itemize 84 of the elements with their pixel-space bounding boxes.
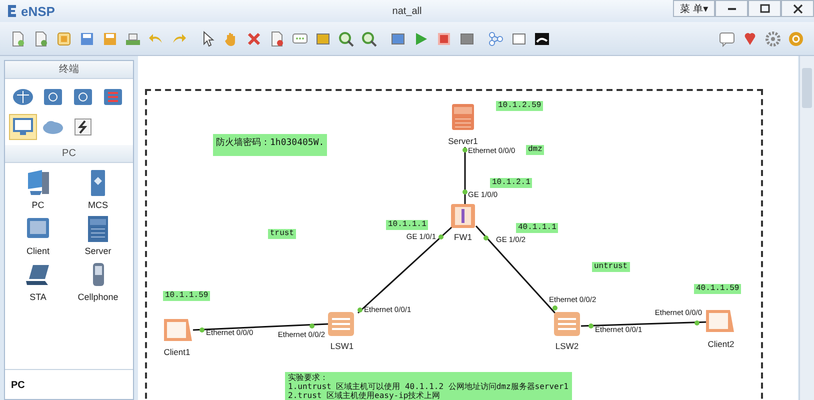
text-note[interactable]: 10.1.1.59 bbox=[163, 291, 210, 301]
device-label: Client2 bbox=[708, 339, 734, 349]
comment-icon bbox=[292, 30, 308, 46]
vertical-scrollbar[interactable] bbox=[799, 56, 814, 400]
clear-icon bbox=[269, 30, 285, 46]
device-label: LSW1 bbox=[330, 341, 354, 351]
section-header: PC bbox=[5, 145, 133, 163]
network-link[interactable] bbox=[580, 321, 708, 327]
stop-icon bbox=[436, 30, 452, 46]
maximize-icon bbox=[760, 4, 770, 14]
text-note[interactable]: 实验要求： 1.untrust 区域主机可以使用 40.1.1.2 公网地址访问dmz服务器server1 2.trust 区域主机使用easy-ip技术上网 bbox=[285, 372, 572, 400]
server-icon bbox=[85, 215, 111, 243]
help-icon bbox=[788, 30, 804, 46]
app-name: eNSP bbox=[21, 4, 55, 18]
text-note[interactable]: 防火墙密码：1h030405W. bbox=[213, 134, 328, 156]
firewall-icon bbox=[102, 87, 124, 107]
device-label: Server1 bbox=[448, 136, 478, 146]
text-note[interactable]: trust bbox=[268, 229, 296, 239]
port-dot bbox=[588, 324, 594, 328]
switch-icon bbox=[42, 87, 64, 107]
client-icon[interactable] bbox=[706, 310, 734, 332]
zoom-in-icon bbox=[338, 30, 354, 46]
port-dot bbox=[462, 190, 468, 194]
close-button[interactable] bbox=[781, 0, 814, 17]
device-item[interactable]: Server bbox=[73, 215, 123, 256]
text-note[interactable]: 10.1.2.1 bbox=[490, 178, 532, 188]
pc-icon bbox=[25, 169, 51, 197]
new-file-icon bbox=[10, 30, 26, 46]
port-dot bbox=[438, 234, 444, 240]
print-icon bbox=[125, 30, 141, 46]
maximize-button[interactable] bbox=[748, 0, 781, 17]
port-dot bbox=[484, 236, 488, 240]
port-dot bbox=[462, 148, 468, 152]
device-item[interactable]: Cellphone bbox=[73, 261, 123, 302]
network-link[interactable] bbox=[464, 147, 466, 204]
port-dot bbox=[694, 320, 700, 326]
rectangle-icon bbox=[315, 30, 331, 46]
save-icon bbox=[79, 30, 95, 46]
text-note[interactable]: dmz bbox=[526, 145, 544, 155]
window-title: nat_all bbox=[392, 6, 422, 16]
description-title: PC bbox=[11, 380, 25, 391]
delete-icon bbox=[246, 30, 262, 46]
device-label: LSW2 bbox=[555, 341, 579, 351]
palette-header: 终端 bbox=[5, 61, 133, 79]
play-icon bbox=[413, 30, 429, 46]
text-note[interactable]: 40.1.1.59 bbox=[694, 284, 742, 294]
client-icon[interactable] bbox=[164, 319, 192, 341]
menu-button[interactable]: 菜 单▾ bbox=[673, 0, 715, 17]
port-dot bbox=[358, 308, 362, 312]
text-note[interactable]: 10.1.1.1 bbox=[386, 220, 428, 230]
monitor-icon bbox=[12, 117, 34, 137]
minimize-button[interactable] bbox=[715, 0, 748, 17]
zoom-out-icon bbox=[361, 30, 377, 46]
save-as-icon bbox=[102, 30, 118, 46]
settings-icon bbox=[765, 30, 781, 46]
terminal-icon bbox=[534, 30, 550, 46]
switch-icon[interactable] bbox=[554, 312, 580, 336]
device-item[interactable]: Client bbox=[13, 215, 63, 256]
device-item[interactable]: STA bbox=[13, 261, 63, 302]
text-note[interactable]: untrust bbox=[592, 262, 630, 272]
switch-icon[interactable] bbox=[328, 312, 354, 336]
network-link[interactable] bbox=[192, 323, 328, 331]
minimize-icon bbox=[728, 8, 736, 10]
device-label: FW1 bbox=[454, 232, 472, 242]
new-page-icon bbox=[33, 30, 49, 46]
text-note[interactable]: 40.1.1.1 bbox=[516, 223, 558, 233]
message-icon bbox=[719, 30, 735, 46]
network-link[interactable] bbox=[358, 225, 454, 314]
firewall-icon[interactable] bbox=[451, 204, 475, 228]
cable-icon bbox=[72, 117, 94, 137]
wireless-icon bbox=[72, 87, 94, 107]
close-icon bbox=[792, 4, 802, 14]
scroll-thumb[interactable] bbox=[802, 68, 812, 108]
device-item[interactable]: PC bbox=[13, 169, 63, 210]
port-dot bbox=[200, 328, 204, 332]
open-icon bbox=[56, 30, 72, 46]
topology-icon bbox=[488, 30, 504, 46]
device-item[interactable]: MCS bbox=[73, 169, 123, 210]
port-dot bbox=[310, 324, 314, 328]
device-label: Client1 bbox=[164, 347, 190, 357]
monitor-icon-button[interactable] bbox=[9, 114, 37, 140]
port-dot bbox=[552, 306, 558, 310]
text-note[interactable]: 10.1.2.59 bbox=[496, 101, 544, 111]
router-icon bbox=[12, 87, 34, 107]
